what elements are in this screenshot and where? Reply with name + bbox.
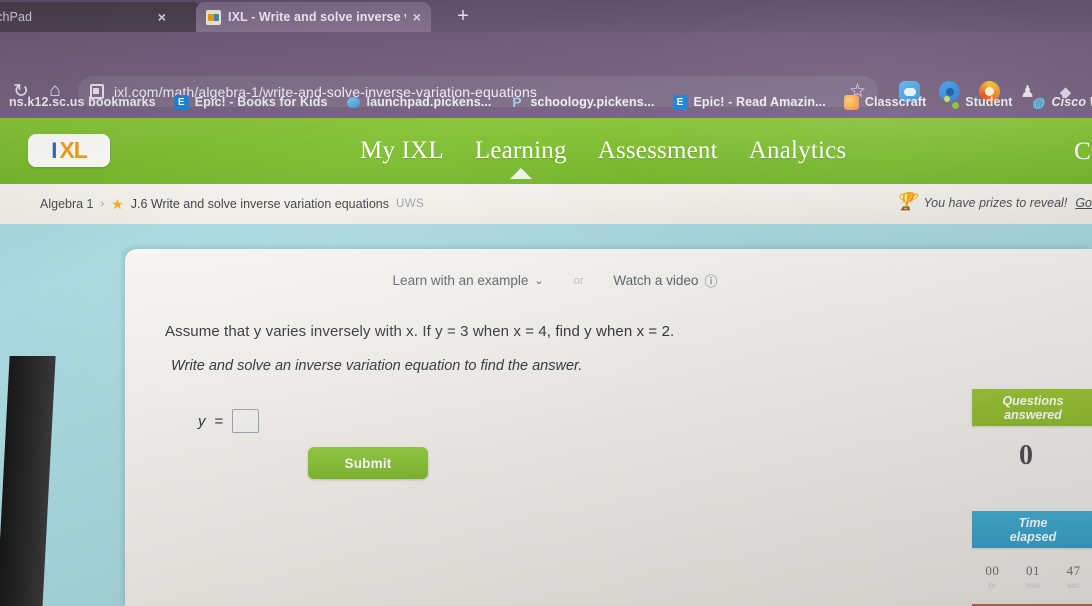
question-card: Learn with an example ⌄ or Watch a video…: [125, 249, 1092, 606]
bookmark-label: schoology.pickens...: [530, 95, 655, 109]
nav-item-assessment[interactable]: Assessment: [598, 137, 718, 165]
epic-icon: [672, 94, 688, 110]
chevron-down-icon: ⌄: [534, 275, 544, 287]
close-icon[interactable]: ×: [413, 10, 421, 24]
question-instruction: Write and solve an inverse variation equ…: [171, 358, 583, 374]
bookmarks-bar: ns.k12.sc.us bookmarks Epic! - Books for…: [0, 86, 1092, 118]
logo-letters-xl: XL: [59, 137, 87, 163]
bookmark-item[interactable]: launchpad.pickens...: [337, 95, 501, 110]
browser-tab-launchpad[interactable]: unchPad ×: [0, 2, 202, 32]
trophy-icon: 🏆: [895, 192, 917, 211]
prizes-banner[interactable]: 🏆 You have prizes to reveal! Go: [895, 193, 1092, 213]
chevron-right-icon: ›: [100, 198, 105, 210]
browser-chrome: unchPad × IXL - Write and solve inverse …: [0, 0, 1092, 118]
time-elapsed-clock: 00 hr 01 min 47 sec: [972, 563, 1092, 590]
breadcrumb-skill: J.6 Write and solve inverse variation eq…: [130, 197, 389, 211]
question-prompt: Assume that y varies inversely with x. I…: [165, 323, 675, 340]
stats-rail: Questions answered 0 Time elapsed 00 hr …: [960, 380, 1092, 606]
classcraft-icon: [843, 94, 859, 110]
breadcrumb-course[interactable]: Algebra 1: [40, 197, 94, 211]
clock-hours-label: hr: [988, 581, 997, 590]
webex-icon: [1031, 95, 1046, 110]
bookmark-label: ns.k12.sc.us bookmarks: [9, 95, 156, 109]
bookmark-label: Student: [965, 95, 1013, 109]
questions-answered-title-1: Questions: [1002, 393, 1064, 408]
nav-item-learning[interactable]: Learning: [475, 137, 567, 165]
ixl-page: I XL My IXL Learning Assessment Analytic…: [0, 118, 1092, 606]
screen-bezel: [0, 356, 56, 606]
breadcrumb: Algebra 1 › ★ J.6 Write and solve invers…: [0, 197, 424, 211]
questions-answered-value: 0: [1019, 440, 1033, 471]
schoology-icon: [509, 95, 524, 110]
help-links-row: Learn with an example ⌄ or Watch a video…: [125, 271, 985, 290]
submit-button[interactable]: Submit: [308, 447, 428, 479]
logo-letter-i: I: [51, 137, 58, 163]
questions-answered-badge: Questions answered: [972, 389, 1092, 426]
bookmark-label: Cisco Webex Meetin: [1051, 95, 1092, 109]
bookmark-label: Epic! - Read Amazin...: [693, 95, 826, 109]
bookmark-item[interactable]: Epic! - Read Amazin...: [664, 94, 835, 110]
browser-tab-ixl[interactable]: IXL - Write and solve inverse va ×: [196, 2, 431, 32]
bookmark-item[interactable]: Student: [935, 95, 1021, 110]
student-icon: [944, 95, 960, 110]
clock-hours: 00 hr: [985, 563, 999, 590]
star-icon[interactable]: ★: [111, 197, 124, 211]
prizes-text: You have prizes to reveal!: [923, 196, 1068, 210]
bookmark-label: Epic! - Books for Kids: [194, 95, 328, 109]
learn-with-example-label: Learn with an example: [392, 273, 529, 288]
ixl-logo[interactable]: I XL: [28, 134, 110, 167]
clock-seconds: 47 sec: [1067, 563, 1081, 590]
clock-seconds-value: 47: [1066, 563, 1081, 578]
ixl-nav-items: My IXL Learning Assessment Analytics: [360, 118, 846, 184]
clock-minutes: 01 min: [1026, 563, 1040, 590]
tab-title: IXL - Write and solve inverse va: [228, 10, 406, 24]
watch-video-link[interactable]: Watch a video ⓘ: [613, 271, 717, 290]
time-elapsed-title-1: Time: [1018, 515, 1048, 530]
bookmark-item[interactable]: Cisco Webex Meetin: [1022, 95, 1092, 110]
bookmark-item[interactable]: schoology.pickens...: [500, 95, 663, 110]
bookmark-item[interactable]: Epic! - Books for Kids: [165, 94, 337, 110]
clock-minutes-label: min: [1026, 581, 1040, 590]
prizes-go-link[interactable]: Go: [1075, 196, 1092, 210]
screen-photo: unchPad × IXL - Write and solve inverse …: [0, 0, 1092, 606]
clock-seconds-label: sec: [1067, 581, 1081, 590]
ixl-navbar: I XL My IXL Learning Assessment Analytic…: [0, 118, 1092, 184]
bookmark-label: Classcraft: [864, 95, 927, 109]
close-icon[interactable]: ×: [158, 10, 166, 24]
questions-answered-title-2: answered: [1004, 407, 1062, 422]
time-elapsed-title-2: elapsed: [1009, 529, 1057, 544]
tab-strip: unchPad × IXL - Write and solve inverse …: [0, 0, 1092, 32]
nav-item-my-ixl[interactable]: My IXL: [360, 137, 444, 165]
answer-input[interactable]: [232, 409, 260, 433]
ixl-favicon-icon: [206, 9, 221, 25]
play-circle-icon: ⓘ: [704, 274, 718, 289]
nav-item-analytics[interactable]: Analytics: [749, 137, 847, 165]
equals-sign: =: [214, 412, 224, 430]
bookmark-item[interactable]: ns.k12.sc.us bookmarks: [0, 95, 165, 109]
answer-variable-label: y: [198, 412, 206, 430]
skill-code: UWS: [396, 198, 425, 210]
watch-video-label: Watch a video: [613, 273, 699, 288]
address-bar-row: ↻ ⌂ ixl.com/math/algebra-1/write-and-sol…: [0, 32, 1092, 107]
learn-with-example-link[interactable]: Learn with an example ⌄: [393, 273, 544, 288]
bookmark-item[interactable]: Classcraft: [835, 94, 935, 110]
or-separator: or: [573, 274, 584, 287]
launchpad-icon: [346, 95, 361, 110]
bookmark-label: launchpad.pickens...: [366, 95, 492, 109]
time-elapsed-badge: Time elapsed: [972, 511, 1092, 548]
clock-minutes-value: 01: [1025, 563, 1040, 578]
answer-row: y =: [198, 409, 260, 433]
epic-icon: [173, 94, 189, 110]
breadcrumb-bar: Algebra 1 › ★ J.6 Write and solve invers…: [0, 184, 1092, 224]
nav-item-partial[interactable]: C: [1074, 138, 1090, 166]
new-tab-button[interactable]: +: [450, 4, 476, 28]
clock-hours-value: 00: [985, 563, 1000, 578]
